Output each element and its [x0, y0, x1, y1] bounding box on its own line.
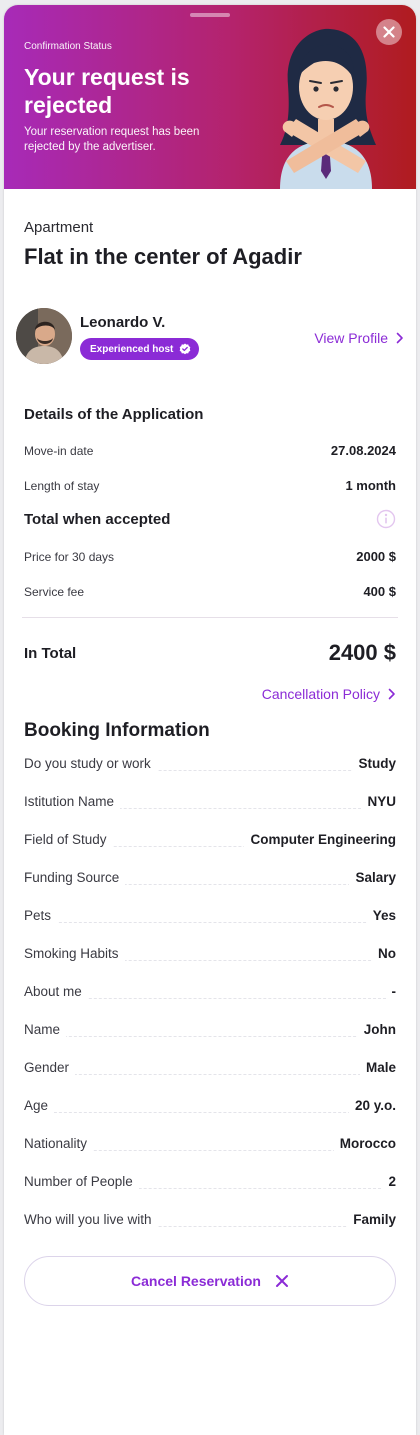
chevron-right-icon — [388, 688, 395, 700]
booking-row: About me - — [24, 972, 396, 1010]
booking-info-list: Do you study or work Study Istitution Nam… — [24, 744, 396, 1238]
booking-row-label: Nationality — [24, 1135, 94, 1151]
booking-row-label: Funding Source — [24, 869, 126, 885]
cancellation-policy-label: Cancellation Policy — [261, 686, 380, 702]
host-name: Leonardo V. — [80, 314, 166, 331]
booking-row: Smoking Habits No — [24, 934, 396, 972]
close-icon — [275, 1275, 288, 1287]
booking-row-label: Name — [24, 1021, 67, 1037]
booking-row-label: Smoking Habits — [24, 945, 125, 961]
host-avatar[interactable] — [16, 308, 72, 364]
application-heading: Details of the Application — [24, 406, 204, 423]
drag-handle[interactable] — [190, 13, 230, 17]
booking-row: Number of People 2 — [24, 1162, 396, 1200]
listing-title: Flat in the center of Agadir — [24, 244, 302, 269]
cancel-reservation-button[interactable]: Cancel Reservation — [24, 1256, 396, 1306]
booking-row-label: Gender — [24, 1059, 76, 1075]
booking-row: Who will you live with Family — [24, 1200, 396, 1238]
booking-row-label: Pets — [24, 907, 58, 923]
verified-check-icon — [180, 343, 191, 355]
booking-row-value: Computer Engineering — [244, 831, 396, 847]
booking-row-label: Who will you live with — [24, 1211, 158, 1227]
banner-text: Your reservation request has been reject… — [24, 126, 200, 153]
booking-row-value: 20 y.o. — [348, 1097, 396, 1113]
booking-row: Gender Male — [24, 1048, 396, 1086]
booking-row: Nationality Morocco — [24, 1124, 396, 1162]
booking-row-value: NYU — [361, 793, 396, 809]
booking-row: Name John — [24, 1010, 396, 1048]
booking-row-label: About me — [24, 983, 88, 999]
view-profile-link[interactable]: View Profile — [314, 330, 404, 346]
move-in-label: Move-in date — [24, 443, 94, 458]
price-value: 2000 $ — [356, 549, 396, 564]
view-profile-label: View Profile — [314, 330, 388, 346]
booking-row: Field of Study Computer Engineering — [24, 820, 396, 858]
rejected-person-illustration — [266, 21, 386, 189]
in-total-label: In Total — [24, 644, 77, 662]
experienced-host-badge: Experienced host — [80, 338, 200, 360]
rejection-banner: Confirmation Status Your request is reje… — [4, 5, 416, 189]
booking-row-value: Male — [359, 1059, 396, 1075]
booking-row-label: Istitution Name — [24, 793, 121, 809]
booking-row-value: Family — [347, 1211, 396, 1227]
move-in-row: Move-in date 27.08.2024 — [24, 443, 396, 458]
booking-row-label: Number of People — [24, 1173, 139, 1189]
booking-row-value: Salary — [349, 869, 396, 885]
booking-row-label: Do you study or work — [24, 755, 157, 771]
close-icon — [383, 26, 395, 38]
host-card: Leonardo V. Experienced host View Profil… — [16, 308, 403, 366]
booking-row-value: 2 — [382, 1173, 396, 1189]
badge-label: Experienced host — [90, 343, 174, 355]
in-total-value: 2400 $ — [328, 640, 396, 665]
booking-row: Funding Source Salary — [24, 858, 396, 896]
booking-row: Do you study or work Study — [24, 744, 396, 782]
divider — [22, 617, 398, 618]
booking-row-value: - — [385, 983, 396, 999]
close-button[interactable] — [376, 19, 402, 45]
stay-label: Length of stay — [24, 478, 100, 493]
fee-row: Service fee 400 $ — [24, 584, 396, 599]
booking-row-value: Morocco — [333, 1135, 396, 1151]
info-icon[interactable] — [376, 509, 396, 529]
in-total-row: In Total 2400 $ — [24, 640, 396, 666]
booking-heading: Booking Information — [24, 720, 210, 741]
total-accepted-row: Total when accepted — [24, 509, 396, 529]
booking-row-value: Study — [352, 755, 396, 771]
banner-title: Your request is rejected — [24, 64, 190, 118]
price-row: Price for 30 days 2000 $ — [24, 549, 396, 564]
price-label: Price for 30 days — [24, 549, 115, 564]
total-accepted-heading: Total when accepted — [24, 510, 171, 528]
listing-type: Apartment — [24, 219, 94, 236]
fee-value: 400 $ — [363, 584, 396, 599]
move-in-value: 27.08.2024 — [330, 443, 396, 458]
booking-row-value: John — [357, 1021, 396, 1037]
booking-detail-sheet: Confirmation Status Your request is reje… — [4, 5, 416, 1435]
booking-row-value: No — [372, 945, 396, 961]
booking-row-label: Field of Study — [24, 831, 113, 847]
cancellation-policy-link[interactable]: Cancellation Policy — [24, 686, 396, 702]
status-label: Confirmation Status — [24, 41, 112, 52]
booking-row: Pets Yes — [24, 896, 396, 934]
stay-value: 1 month — [345, 478, 396, 493]
booking-row-label: Age — [24, 1097, 55, 1113]
fee-label: Service fee — [24, 584, 85, 599]
booking-row: Istitution Name NYU — [24, 782, 396, 820]
stay-row: Length of stay 1 month — [24, 478, 396, 493]
booking-row: Age 20 y.o. — [24, 1086, 396, 1124]
chevron-right-icon — [396, 332, 403, 344]
booking-row-value: Yes — [366, 907, 396, 923]
cancel-reservation-label: Cancel Reservation — [131, 1273, 261, 1289]
